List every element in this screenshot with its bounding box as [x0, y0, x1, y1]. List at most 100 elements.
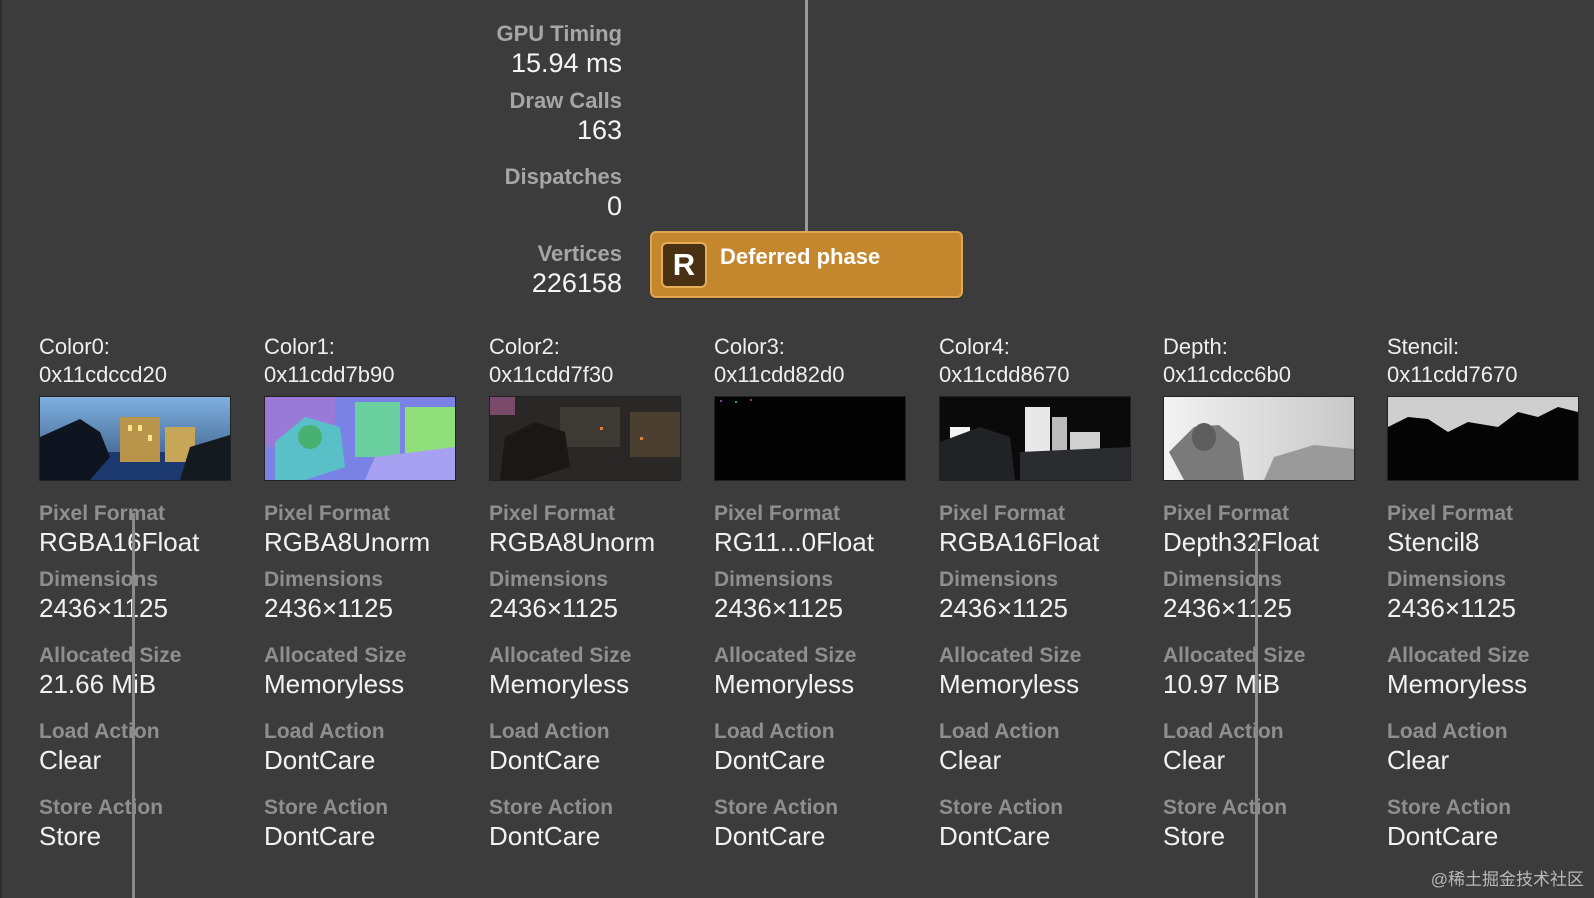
attachment-address: 0x11cdd82d0	[714, 362, 845, 387]
dimensions-field: Dimensions 2436×1125	[489, 567, 699, 623]
stat-label: Vertices	[537, 241, 622, 266]
allocated-size-label: Allocated Size	[939, 644, 1082, 667]
pixel-format-value: Stencil8	[1387, 527, 1480, 557]
store-action-value: DontCare	[939, 821, 1051, 851]
watermark: @稀土掘金技术社区	[1430, 870, 1584, 889]
allocated-size-value: Memoryless	[1387, 669, 1528, 699]
attachment-address: 0x11cdd8670	[939, 362, 1070, 387]
store-action-field: Store Action Store	[1163, 795, 1373, 851]
load-action-value: DontCare	[714, 745, 826, 775]
allocated-size-value: Memoryless	[264, 669, 405, 699]
stat-value: 15.94 ms	[510, 48, 622, 78]
store-action-label: Store Action	[939, 796, 1064, 819]
pixel-format-field: Pixel Format RG11...0Float	[714, 501, 924, 557]
stat-value: 163	[576, 115, 622, 145]
pixel-format-label: Pixel Format	[264, 502, 391, 525]
load-action-label: Load Action	[264, 720, 385, 743]
attachment-stencil[interactable]: Stencil: 0x11cdd7670 Pixel Format Stenci…	[1387, 333, 1587, 851]
normals-thumbnail[interactable]	[264, 396, 456, 481]
stat-label: GPU Timing	[496, 21, 623, 46]
load-action-label: Load Action	[939, 720, 1060, 743]
dimensions-label: Dimensions	[714, 568, 834, 591]
attachment-color4[interactable]: Color4: 0x11cdd8670 Pixel Format RGBA16F…	[939, 333, 1139, 851]
pixel-format-field: Pixel Format RGBA16Float	[39, 501, 249, 557]
store-action-label: Store Action	[1163, 796, 1288, 819]
stat-value: 226158	[531, 268, 622, 298]
dimensions-field: Dimensions 2436×1125	[1387, 567, 1594, 623]
store-action-value: DontCare	[264, 821, 376, 851]
dimensions-field: Dimensions 2436×1125	[264, 567, 474, 623]
attachment-address: 0x11cdccd20	[39, 362, 168, 387]
dimensions-field: Dimensions 2436×1125	[1163, 567, 1373, 623]
stat-value: 0	[606, 191, 622, 221]
store-action-field: Store Action DontCare	[939, 795, 1149, 851]
scene-color-thumbnail[interactable]	[39, 396, 231, 481]
dimensions-label: Dimensions	[264, 568, 384, 591]
pixel-format-label: Pixel Format	[39, 502, 166, 525]
allocated-size-value: Memoryless	[489, 669, 630, 699]
stat-label: Draw Calls	[509, 88, 623, 113]
store-action-label: Store Action	[39, 796, 164, 819]
store-action-field: Store Action DontCare	[489, 795, 699, 851]
allocated-size-field: Allocated Size Memoryless	[714, 643, 924, 699]
load-action-value: Clear	[39, 745, 102, 775]
pixel-format-value: RGBA16Float	[939, 527, 1100, 557]
dimensions-value: 2436×1125	[264, 593, 393, 623]
pixel-format-value: RGBA8Unorm	[264, 527, 431, 557]
load-action-label: Load Action	[489, 720, 610, 743]
attachment-name: Depth:	[1163, 334, 1228, 359]
pixel-format-field: Pixel Format Stencil8	[1387, 501, 1594, 557]
load-action-value: Clear	[1387, 745, 1450, 775]
store-action-label: Store Action	[489, 796, 614, 819]
store-action-field: Store Action DontCare	[714, 795, 924, 851]
dimensions-field: Dimensions 2436×1125	[714, 567, 924, 623]
albedo-thumbnail[interactable]	[489, 396, 681, 481]
left-edge-divider	[0, 0, 2, 898]
dimensions-value: 2436×1125	[1163, 593, 1292, 623]
dependency-line-color0	[132, 513, 135, 898]
attachment-color3[interactable]: Color3: 0x11cdd82d0 Pixel Format RG11...…	[714, 333, 914, 851]
attachment-color2[interactable]: Color2: 0x11cdd7f30 Pixel Format RGBA8Un…	[489, 333, 689, 851]
store-action-value: Store	[1163, 821, 1226, 851]
allocated-size-label: Allocated Size	[264, 644, 407, 667]
black-thumbnail[interactable]	[714, 396, 906, 481]
stat-draw-calls: Draw Calls 163	[422, 87, 623, 145]
stat-vertices: Vertices 226158	[422, 240, 622, 298]
attachment-address: 0x11cdd7670	[1387, 362, 1518, 387]
store-action-field: Store Action Store	[39, 795, 249, 851]
allocated-size-label: Allocated Size	[714, 644, 857, 667]
dimensions-value: 2436×1125	[39, 593, 168, 623]
load-action-field: Load Action Clear	[1163, 719, 1373, 775]
load-action-label: Load Action	[714, 720, 835, 743]
allocated-size-field: Allocated Size Memoryless	[489, 643, 699, 699]
store-action-label: Store Action	[714, 796, 839, 819]
dimensions-label: Dimensions	[939, 568, 1059, 591]
stencil-thumbnail[interactable]	[1387, 396, 1579, 481]
load-action-value: DontCare	[489, 745, 601, 775]
store-action-value: DontCare	[714, 821, 826, 851]
attachment-name: Stencil:	[1387, 334, 1460, 359]
deferred-phase-node[interactable]: R Deferred phase	[650, 231, 963, 298]
attachment-name: Color2:	[489, 334, 560, 359]
attachment-color0[interactable]: Color0: 0x11cdccd20 Pixel Format RGBA16F…	[39, 333, 239, 851]
dependency-line-depth	[1255, 540, 1258, 898]
load-action-value: Clear	[1163, 745, 1226, 775]
allocated-size-field: Allocated Size 21.66 MiB	[39, 643, 249, 699]
dimensions-value: 2436×1125	[489, 593, 618, 623]
attachment-color1[interactable]: Color1: 0x11cdd7b90 Pixel Format RGBA8Un…	[264, 333, 464, 851]
dimensions-value: 2436×1125	[939, 593, 1068, 623]
lighting-thumbnail[interactable]	[939, 396, 1131, 481]
attachment-depth[interactable]: Depth: 0x11cdcc6b0 Pixel Format Depth32F…	[1163, 333, 1363, 851]
attachment-name: Color4:	[939, 334, 1010, 359]
depth-thumbnail[interactable]	[1163, 396, 1355, 481]
stat-label: Dispatches	[504, 164, 622, 189]
load-action-field: Load Action Clear	[39, 719, 249, 775]
load-action-value: DontCare	[264, 745, 376, 775]
attachment-name: Color0:	[39, 334, 110, 359]
load-action-value: Clear	[939, 745, 1002, 775]
load-action-field: Load Action DontCare	[489, 719, 699, 775]
load-action-label: Load Action	[39, 720, 160, 743]
allocated-size-field: Allocated Size Memoryless	[1387, 643, 1594, 699]
allocated-size-label: Allocated Size	[1163, 644, 1306, 667]
store-action-value: Store	[39, 821, 102, 851]
